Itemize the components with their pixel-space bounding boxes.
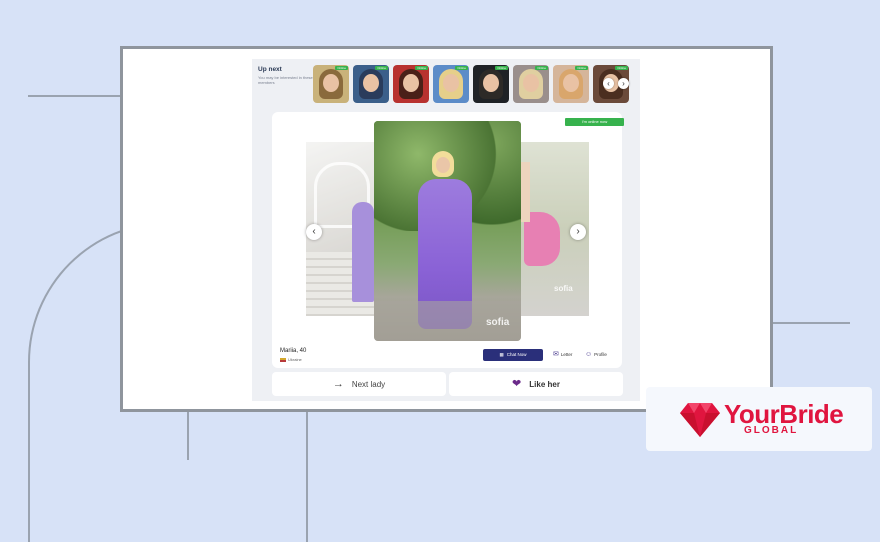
profile-country: Ukraine <box>280 357 302 362</box>
like-her-button[interactable]: ❤ Like her <box>449 372 623 396</box>
online-badge: Online <box>415 66 428 70</box>
letter-button[interactable]: ✉ Letter <box>553 351 572 359</box>
profile-name: Mariia, 40 <box>280 348 307 354</box>
country-label: Ukraine <box>288 357 302 362</box>
decor-line-right <box>773 322 850 324</box>
watermark: sofia <box>554 284 573 293</box>
heart-icon: ❤ <box>512 378 522 390</box>
profile-thumbnail[interactable]: Online <box>473 65 509 103</box>
chat-icon: ▩ <box>499 352 504 357</box>
arrow-right-icon: → <box>332 378 344 390</box>
online-badge: Online <box>335 66 348 70</box>
photo-prev-button[interactable]: ‹ <box>306 224 322 240</box>
online-status-badge: I'm online now <box>565 118 624 126</box>
chevron-left-icon: ‹ <box>607 79 610 88</box>
thumbs-next-button[interactable]: › <box>618 78 629 89</box>
chevron-right-icon: › <box>576 226 580 237</box>
diamond-logo-icon <box>680 403 720 437</box>
profile-thumbnail[interactable]: Online <box>553 65 589 103</box>
profile-label: Profile <box>594 352 607 357</box>
next-lady-button[interactable]: → Next lady <box>272 372 446 396</box>
profile-thumbnail[interactable]: Online <box>393 65 429 103</box>
online-badge: Online <box>535 66 548 70</box>
profile-thumbnail[interactable]: Online <box>433 65 469 103</box>
user-icon: ☺ <box>585 351 593 358</box>
brand-logo: YourBride GLOBAL <box>646 387 872 451</box>
flag-icon <box>280 357 286 362</box>
photo-next-button[interactable]: › <box>570 224 586 240</box>
envelope-icon: ✉ <box>553 351 559 358</box>
up-next-title: Up next <box>258 66 282 73</box>
online-badge: Online <box>455 66 468 70</box>
chevron-left-icon: ‹ <box>312 226 316 237</box>
chat-now-button[interactable]: ▩ Chat Now <box>483 349 543 361</box>
online-badge: Online <box>575 66 588 70</box>
profile-page: Up next You may be interested in these m… <box>252 59 640 401</box>
next-lady-label: Next lady <box>351 380 386 389</box>
screenshot-frame: Up next You may be interested in these m… <box>120 46 773 412</box>
brand-subtitle: GLOBAL <box>744 425 799 436</box>
up-next-header: Up next You may be interested in these m… <box>258 66 314 85</box>
letter-label: Letter <box>560 352 573 357</box>
online-badge: Online <box>495 66 508 70</box>
online-badge: Online <box>375 66 388 70</box>
chat-now-label: Chat Now <box>506 352 527 357</box>
up-next-subtitle: You may be interested in these members <box>258 75 313 85</box>
main-profile-photo[interactable]: sofia <box>374 121 521 341</box>
decor-line-bottom-vertical <box>187 412 189 460</box>
profile-thumbnail[interactable]: Online <box>313 65 349 103</box>
up-next-carousel: Online Online Online Online Online Onlin… <box>313 65 635 103</box>
like-her-label: Like her <box>529 380 560 389</box>
profile-thumbnail[interactable]: Online <box>513 65 549 103</box>
online-badge: Online <box>615 66 628 70</box>
profile-card: I'm online now sofia sofia ‹ › Mariia, 4… <box>272 112 624 368</box>
watermark: sofia <box>486 317 510 328</box>
profile-thumbnail[interactable]: Online <box>353 65 389 103</box>
decor-line-top-left <box>28 95 122 97</box>
thumbs-prev-button[interactable]: ‹ <box>603 78 614 89</box>
profile-button[interactable]: ☺ Profile <box>585 351 607 359</box>
chevron-right-icon: › <box>622 79 625 88</box>
